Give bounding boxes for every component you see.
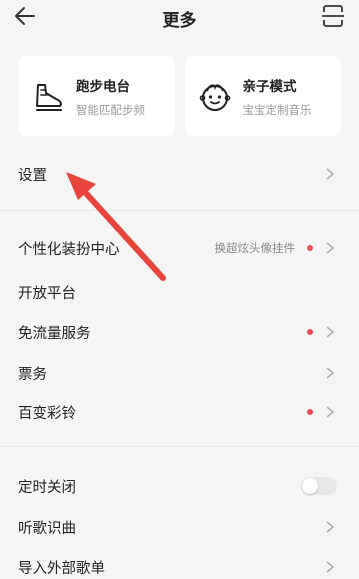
chevron-right-icon <box>326 406 335 418</box>
running-shoe-icon <box>36 84 62 111</box>
menu-item-free-data-service[interactable]: 免流量服务 <box>0 312 359 352</box>
chevron-right-icon <box>326 367 335 379</box>
section-divider <box>0 446 359 447</box>
menu-item-label: 定时关闭 <box>18 479 76 496</box>
chevron-right-icon <box>326 242 335 254</box>
menu-item-label: 免流量服务 <box>18 325 91 342</box>
menu-item-label: 个性化装扮中心 <box>18 241 120 258</box>
menu-item-label: 百变彩铃 <box>18 405 76 422</box>
menu-item-label: 开放平台 <box>18 285 76 302</box>
menu-item-label: 票务 <box>18 366 47 383</box>
notification-dot <box>307 329 313 335</box>
menu-item-tickets[interactable]: 票务 <box>0 353 359 393</box>
menu-item-label: 听歌识曲 <box>18 520 76 537</box>
sleep-timer-toggle[interactable] <box>301 477 337 495</box>
card-title: 亲子模式 <box>242 78 297 95</box>
menu-item-label: 设置 <box>18 167 47 184</box>
section-divider <box>0 210 359 211</box>
chevron-right-icon <box>326 561 335 573</box>
notification-dot <box>307 409 313 415</box>
card-title: 跑步电台 <box>76 78 130 95</box>
page-title: 更多 <box>162 10 197 31</box>
menu-item-import-playlist[interactable]: 导入外部歌单 <box>0 547 359 579</box>
baby-face-icon <box>199 84 230 111</box>
notification-dot <box>307 245 313 251</box>
top-bar: 更多 <box>0 0 359 36</box>
scan-icon[interactable] <box>319 2 347 30</box>
menu-item-hint: 换超炫头像挂件 <box>214 241 296 255</box>
menu-item-settings[interactable]: 设置 <box>0 154 359 194</box>
menu-item-personalization[interactable]: 个性化装扮中心 换超炫头像挂件 <box>0 228 359 268</box>
running-radio-card[interactable]: 跑步电台 智能匹配步频 <box>18 56 175 136</box>
arrow-left-icon[interactable] <box>12 2 40 30</box>
card-subtitle: 宝宝定制音乐 <box>242 102 312 117</box>
menu-item-sleep-timer[interactable]: 定时关闭 <box>0 466 359 506</box>
menu-item-song-recognition[interactable]: 听歌识曲 <box>0 507 359 547</box>
chevron-right-icon <box>326 521 335 533</box>
feature-cards: 跑步电台 智能匹配步频 亲子模式 宝宝定制音乐 <box>18 56 341 136</box>
chevron-right-icon <box>326 168 335 180</box>
menu-item-label: 导入外部歌单 <box>18 560 105 577</box>
menu-item-ringtone[interactable]: 百变彩铃 <box>0 392 359 432</box>
parent-child-mode-card[interactable]: 亲子模式 宝宝定制音乐 <box>184 56 341 136</box>
menu-item-open-platform[interactable]: 开放平台 <box>0 272 359 312</box>
toggle-knob <box>302 478 318 494</box>
chevron-right-icon <box>326 326 335 338</box>
card-subtitle: 智能匹配步频 <box>76 102 145 117</box>
